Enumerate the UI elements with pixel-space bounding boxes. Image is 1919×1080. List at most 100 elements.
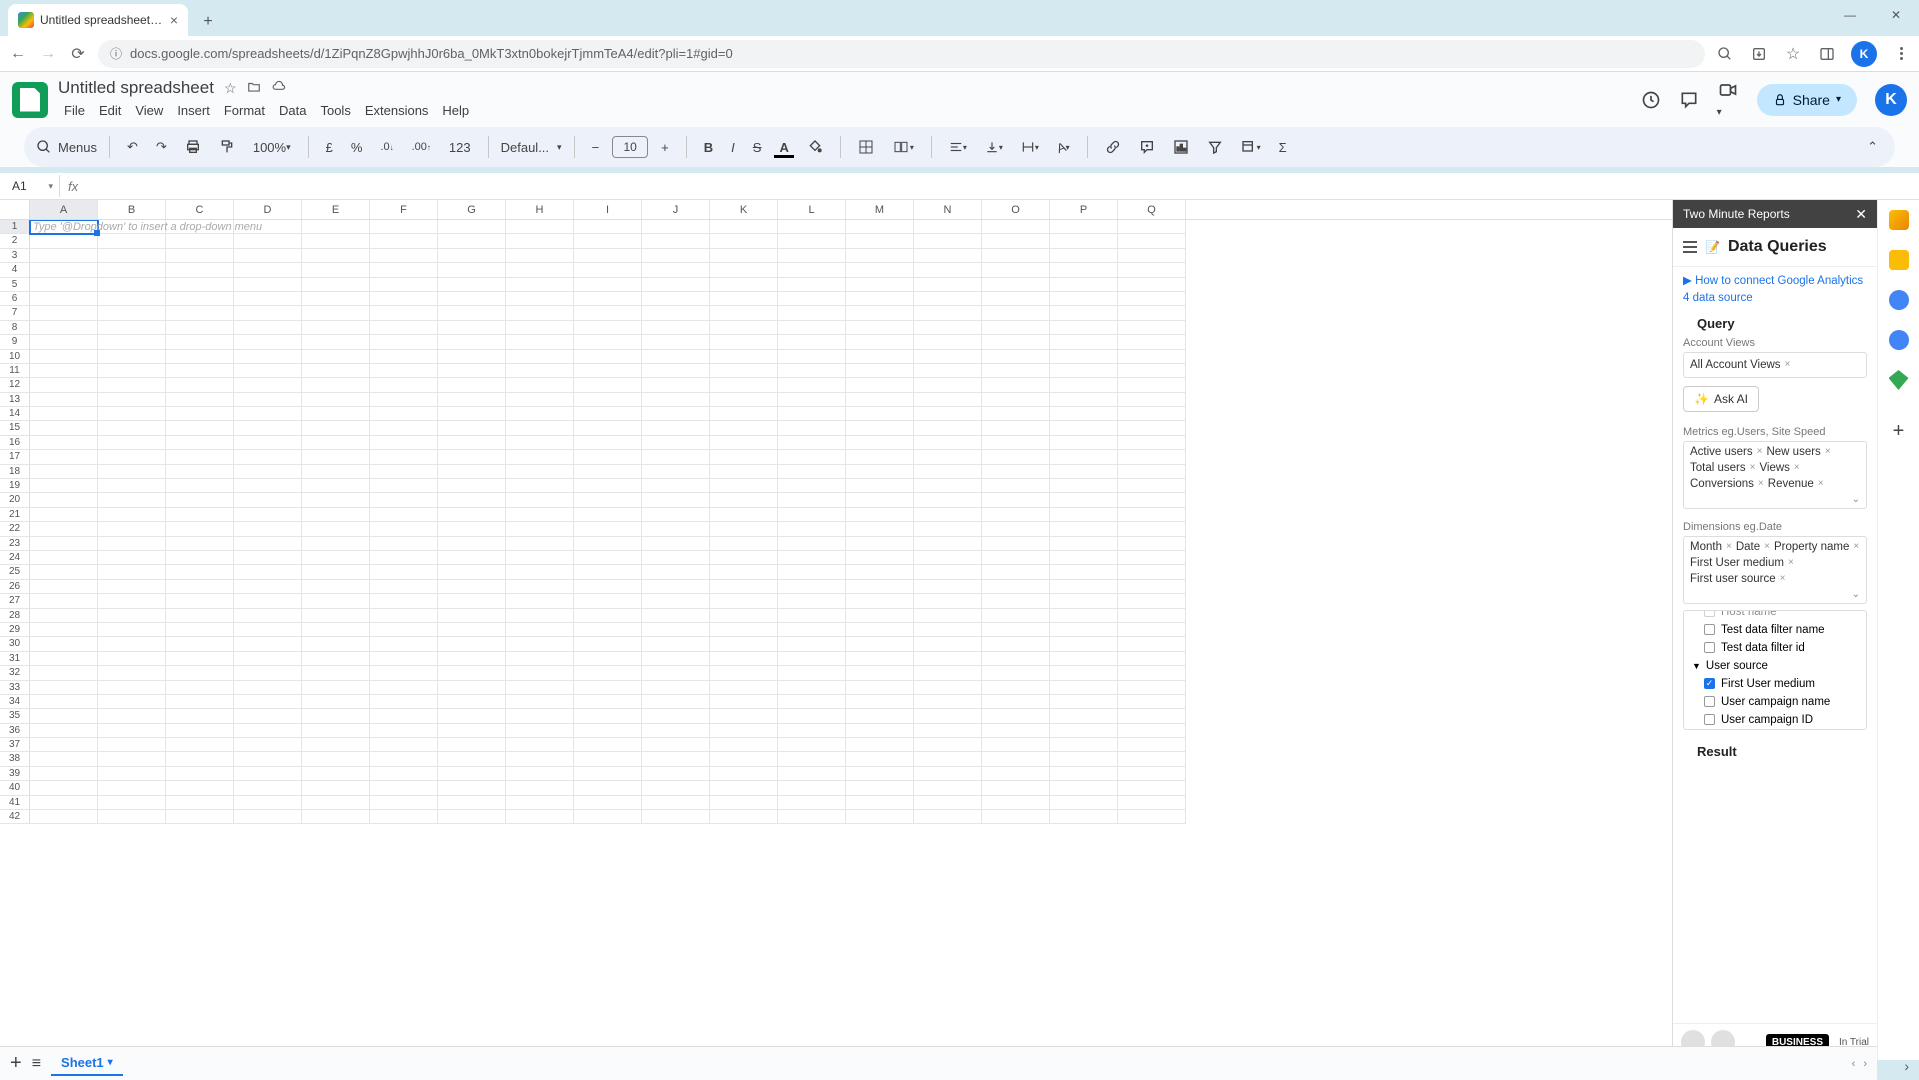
contacts-icon[interactable]: [1889, 330, 1909, 350]
cell[interactable]: [506, 551, 574, 565]
cell[interactable]: [982, 810, 1050, 824]
cell[interactable]: [166, 292, 234, 306]
cell[interactable]: [982, 493, 1050, 507]
cell[interactable]: [914, 580, 982, 594]
cell[interactable]: [302, 637, 370, 651]
cell[interactable]: [846, 234, 914, 248]
checkbox-icon[interactable]: [1704, 624, 1715, 635]
cell[interactable]: [1050, 234, 1118, 248]
cell[interactable]: [438, 652, 506, 666]
cell[interactable]: [778, 724, 846, 738]
cell[interactable]: [370, 551, 438, 565]
cell[interactable]: [1050, 407, 1118, 421]
cell[interactable]: [1050, 580, 1118, 594]
cell[interactable]: [914, 465, 982, 479]
cell[interactable]: [98, 508, 166, 522]
cell[interactable]: [506, 637, 574, 651]
cell[interactable]: [506, 234, 574, 248]
cell[interactable]: [846, 278, 914, 292]
cell[interactable]: [98, 781, 166, 795]
cell[interactable]: [846, 623, 914, 637]
zoom-select[interactable]: 100% ▾: [248, 137, 296, 158]
cell[interactable]: [710, 378, 778, 392]
sheet-tab[interactable]: Sheet1 ▾: [51, 1051, 123, 1076]
cell[interactable]: [302, 594, 370, 608]
cell[interactable]: [642, 810, 710, 824]
italic-button[interactable]: I: [726, 137, 740, 158]
cell[interactable]: [982, 508, 1050, 522]
cell[interactable]: [710, 249, 778, 263]
cell[interactable]: [438, 234, 506, 248]
merge-button[interactable]: ▾: [887, 136, 919, 158]
cell[interactable]: [642, 752, 710, 766]
cell[interactable]: [30, 724, 98, 738]
cell[interactable]: [166, 321, 234, 335]
cell[interactable]: [1050, 321, 1118, 335]
row-header[interactable]: 16: [0, 436, 30, 450]
cell[interactable]: [914, 623, 982, 637]
cell[interactable]: [370, 421, 438, 435]
toolbar-search[interactable]: Menus: [36, 139, 97, 155]
cell[interactable]: [1118, 537, 1186, 551]
cell[interactable]: [846, 738, 914, 752]
cell[interactable]: [982, 796, 1050, 810]
cell[interactable]: [1118, 407, 1186, 421]
cell[interactable]: [710, 781, 778, 795]
cell[interactable]: [846, 796, 914, 810]
cell[interactable]: [982, 421, 1050, 435]
cell[interactable]: [982, 278, 1050, 292]
cell[interactable]: [506, 810, 574, 824]
cell[interactable]: [30, 436, 98, 450]
cell[interactable]: [778, 609, 846, 623]
cell[interactable]: [506, 652, 574, 666]
cell[interactable]: [846, 465, 914, 479]
cell[interactable]: [98, 594, 166, 608]
cell[interactable]: [1050, 537, 1118, 551]
cell[interactable]: [506, 565, 574, 579]
cell[interactable]: [1050, 695, 1118, 709]
cell[interactable]: [1118, 666, 1186, 680]
strikethrough-button[interactable]: S: [748, 137, 767, 158]
cell[interactable]: [574, 781, 642, 795]
cell[interactable]: [302, 565, 370, 579]
cell[interactable]: [370, 810, 438, 824]
dropdown-option[interactable]: Host name: [1684, 610, 1866, 621]
row-header[interactable]: 14: [0, 407, 30, 421]
cell[interactable]: [1118, 781, 1186, 795]
cell[interactable]: [710, 565, 778, 579]
cell[interactable]: [234, 695, 302, 709]
fill-color-button[interactable]: [802, 136, 828, 158]
cell[interactable]: [98, 350, 166, 364]
cell[interactable]: [846, 580, 914, 594]
cell[interactable]: [846, 393, 914, 407]
cell[interactable]: [1118, 450, 1186, 464]
cell[interactable]: [370, 565, 438, 579]
cell[interactable]: [982, 393, 1050, 407]
cell[interactable]: [438, 364, 506, 378]
cell[interactable]: [438, 695, 506, 709]
cell[interactable]: [370, 263, 438, 277]
cell[interactable]: [846, 493, 914, 507]
row-header[interactable]: 19: [0, 479, 30, 493]
cell[interactable]: [914, 537, 982, 551]
cell[interactable]: [1118, 493, 1186, 507]
cell[interactable]: [982, 292, 1050, 306]
cell[interactable]: [302, 378, 370, 392]
cell[interactable]: [98, 335, 166, 349]
cell[interactable]: [1050, 508, 1118, 522]
cell[interactable]: [506, 378, 574, 392]
row-header[interactable]: 12: [0, 378, 30, 392]
cell[interactable]: [438, 436, 506, 450]
cell[interactable]: [778, 335, 846, 349]
cell[interactable]: [506, 752, 574, 766]
cell[interactable]: [370, 781, 438, 795]
cell[interactable]: [506, 278, 574, 292]
cell[interactable]: [370, 594, 438, 608]
cell[interactable]: [506, 537, 574, 551]
cell[interactable]: [710, 234, 778, 248]
cell[interactable]: [982, 781, 1050, 795]
cell[interactable]: [574, 594, 642, 608]
cell[interactable]: [506, 263, 574, 277]
decrease-font-icon[interactable]: −: [587, 137, 605, 158]
cell[interactable]: [506, 493, 574, 507]
